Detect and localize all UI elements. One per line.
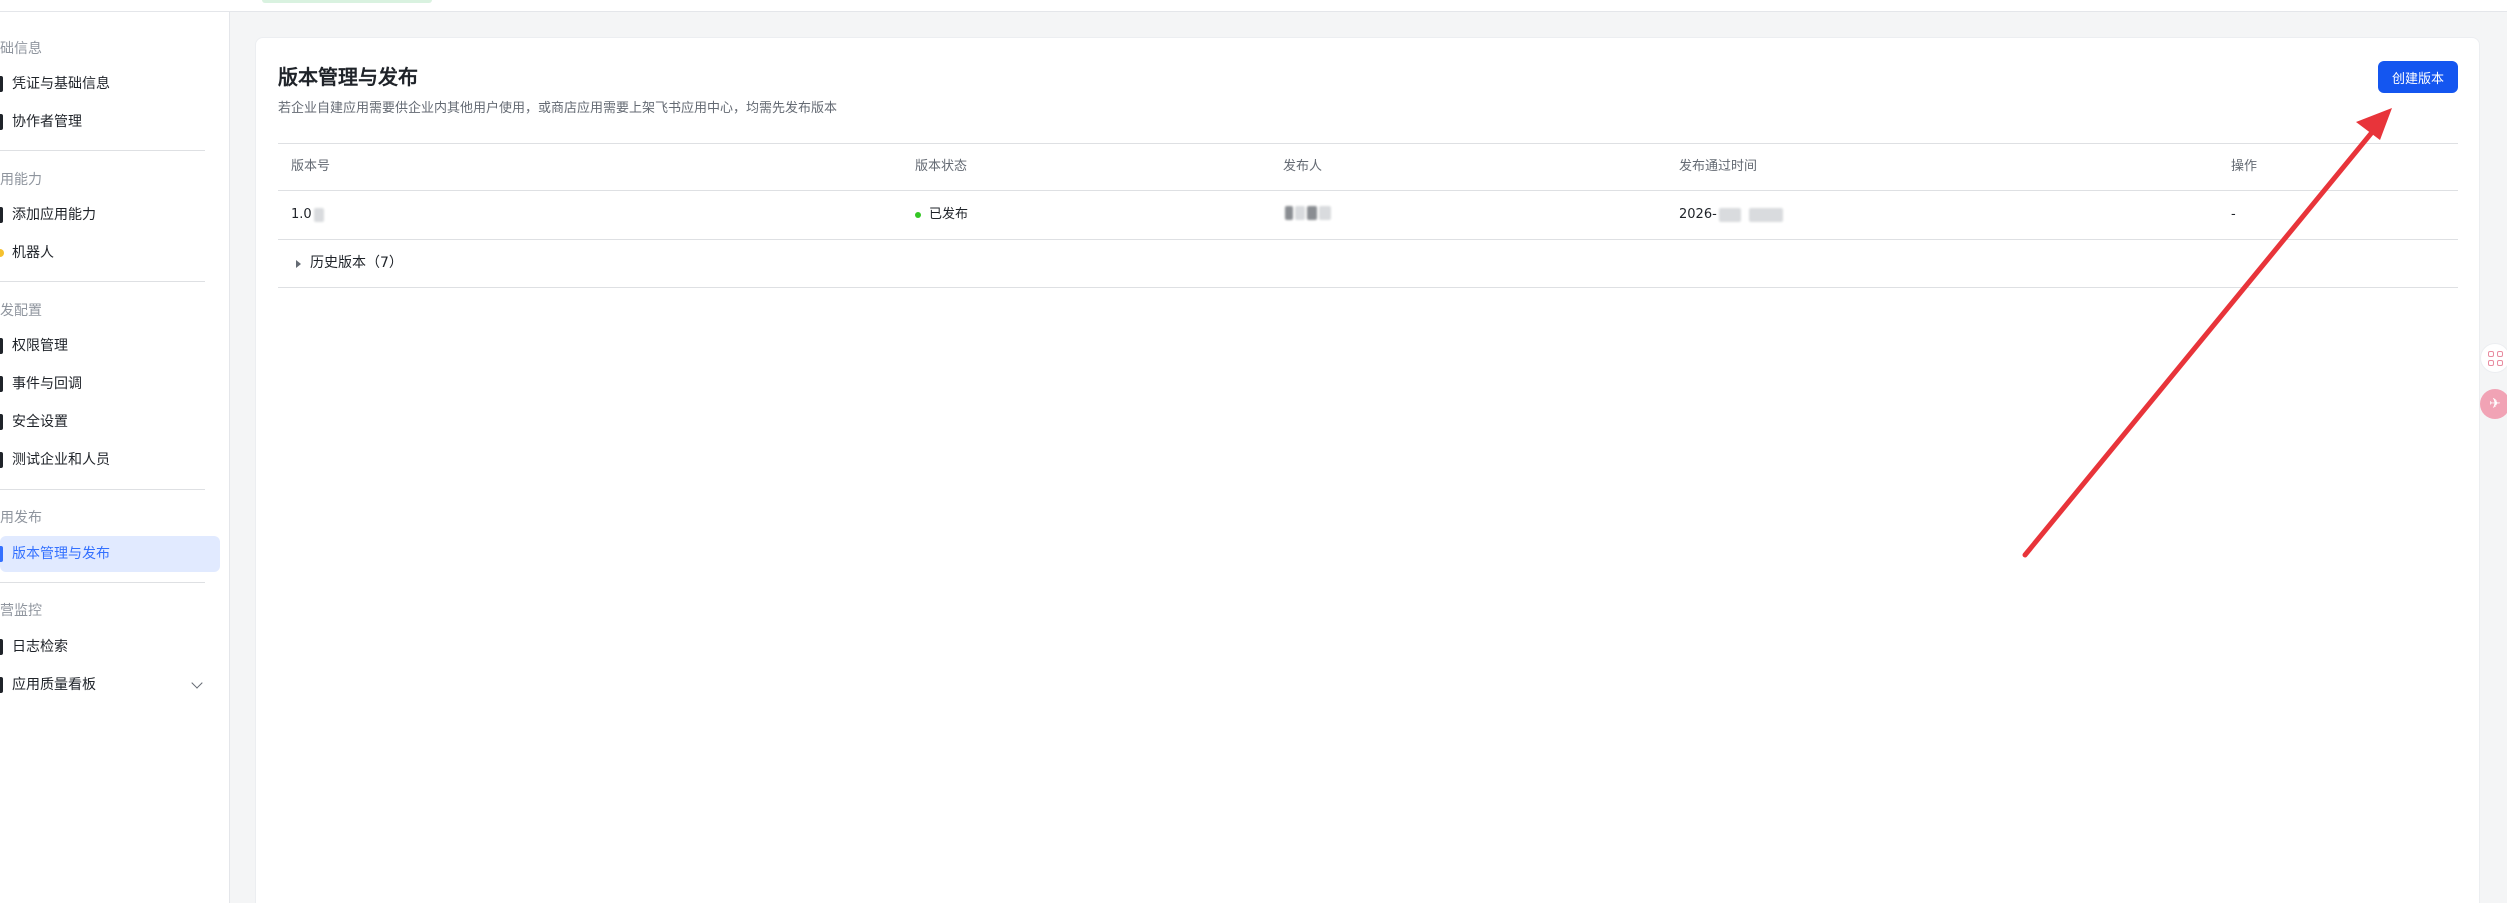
sidebar-divider xyxy=(0,489,205,490)
sidebar-item-label: 安全设置 xyxy=(12,414,68,430)
status-dot-icon xyxy=(915,212,921,218)
version-management-card: 版本管理与发布 若企业自建应用需要供企业内其他用户使用，或商店应用需要上架飞书应… xyxy=(255,37,2480,903)
column-header-status: 版本状态 xyxy=(915,159,968,174)
column-header-action: 操作 xyxy=(2231,159,2258,174)
redacted-text xyxy=(1748,208,1783,222)
sidebar-item-collaborators[interactable]: 协作者管理 xyxy=(0,104,220,140)
sidebar-item-label: 日志检索 xyxy=(12,639,68,655)
test-tenants-icon xyxy=(0,452,3,468)
redacted-text xyxy=(1307,206,1317,220)
page-title: 版本管理与发布 xyxy=(278,65,418,89)
sidebar-group-title: 发配置 xyxy=(0,303,42,319)
sidebar-item-events[interactable]: 事件与回调 xyxy=(0,366,220,402)
create-version-button[interactable]: 创建版本 xyxy=(2378,61,2458,93)
sidebar-item-label: 凭证与基础信息 xyxy=(12,76,110,92)
column-header-approved-time: 发布通过时间 xyxy=(1679,159,1758,174)
sidebar-item-credentials[interactable]: 凭证与基础信息 xyxy=(0,66,220,102)
publisher-cell xyxy=(1283,206,1331,220)
sidebar-item-label: 权限管理 xyxy=(12,338,68,354)
redacted-text xyxy=(1718,208,1741,222)
sidebar-item-permissions[interactable]: 权限管理 xyxy=(0,328,220,364)
approved-time: 2026- xyxy=(1679,207,1717,222)
sidebar-item-log-search[interactable]: 日志检索 xyxy=(0,629,220,665)
log-search-icon xyxy=(0,639,3,655)
redacted-avatar xyxy=(1285,206,1293,220)
sidebar-item-add-capability[interactable]: 添加应用能力 xyxy=(0,197,220,233)
translate-button[interactable]: ✈ xyxy=(2480,389,2507,419)
redacted-text xyxy=(1295,206,1305,220)
security-icon xyxy=(0,414,3,430)
sidebar-item-test-tenants[interactable]: 测试企业和人员 xyxy=(0,442,220,478)
sidebar-item-label: 添加应用能力 xyxy=(12,207,96,223)
sidebar-nav: 础信息 凭证与基础信息 协作者管理 用能力 添加应用能力 机器人 发配置 权限管… xyxy=(0,12,230,903)
version-cell: 1.0 xyxy=(291,206,324,224)
translate-icon: ✈ xyxy=(2489,396,2501,412)
status-cell: 已发布 xyxy=(915,206,968,224)
caret-right-icon xyxy=(296,260,301,268)
redacted-text xyxy=(313,208,324,222)
table-header: 版本号 版本状态 发布人 发布通过时间 操作 xyxy=(278,143,2458,191)
top-bar-accent xyxy=(262,0,432,3)
bot-icon xyxy=(0,249,4,257)
sidebar-item-label: 测试企业和人员 xyxy=(12,452,110,468)
sidebar-item-bot[interactable]: 机器人 xyxy=(0,235,220,271)
version-table: 版本号 版本状态 发布人 发布通过时间 操作 1.0 已发布 2026- - 历… xyxy=(278,143,2458,288)
status-text: 已发布 xyxy=(929,207,969,222)
chevron-down-icon[interactable] xyxy=(191,677,203,689)
sidebar-item-label: 事件与回调 xyxy=(12,376,82,392)
history-versions-toggle[interactable]: 历史版本（7） xyxy=(278,240,2458,288)
history-versions-label: 历史版本（7） xyxy=(310,255,403,271)
sidebar-divider xyxy=(0,582,205,583)
collaborators-icon xyxy=(0,114,3,130)
action-cell: - xyxy=(2231,207,2236,222)
permissions-icon xyxy=(0,338,3,354)
redacted-text xyxy=(1319,206,1331,220)
sidebar-item-quality-dashboard[interactable]: 应用质量看板 xyxy=(0,667,220,703)
approved-time-cell: 2026- xyxy=(1679,206,1783,224)
column-header-publisher: 发布人 xyxy=(1283,159,1323,174)
sidebar-item-security[interactable]: 安全设置 xyxy=(0,404,220,440)
version-number: 1.0 xyxy=(291,207,312,222)
add-capability-icon xyxy=(0,207,3,223)
top-bar xyxy=(0,0,2507,12)
credentials-icon xyxy=(0,76,3,92)
apps-grid-icon xyxy=(2487,350,2503,366)
apps-grid-button[interactable] xyxy=(2480,343,2507,373)
table-row: 1.0 已发布 2026- - xyxy=(278,191,2458,240)
quality-dashboard-icon xyxy=(0,677,3,693)
sidebar-item-label: 协作者管理 xyxy=(12,114,82,130)
sidebar-divider xyxy=(0,281,205,282)
page-description: 若企业自建应用需要供企业内其他用户使用，或商店应用需要上架飞书应用中心，均需先发… xyxy=(278,101,838,116)
sidebar-item-label: 应用质量看板 xyxy=(12,677,96,693)
version-release-icon xyxy=(0,546,3,562)
column-header-version: 版本号 xyxy=(291,159,331,174)
events-icon xyxy=(0,376,3,392)
sidebar-group-title: 用能力 xyxy=(0,172,42,188)
sidebar-item-label: 版本管理与发布 xyxy=(12,546,110,562)
sidebar-item-label: 机器人 xyxy=(12,245,54,261)
sidebar-divider xyxy=(0,150,205,151)
sidebar-group-title: 础信息 xyxy=(0,41,42,57)
sidebar-group-title: 用发布 xyxy=(0,510,42,526)
sidebar-item-version-release[interactable]: 版本管理与发布 xyxy=(0,536,220,572)
sidebar-group-title: 营监控 xyxy=(0,603,42,619)
